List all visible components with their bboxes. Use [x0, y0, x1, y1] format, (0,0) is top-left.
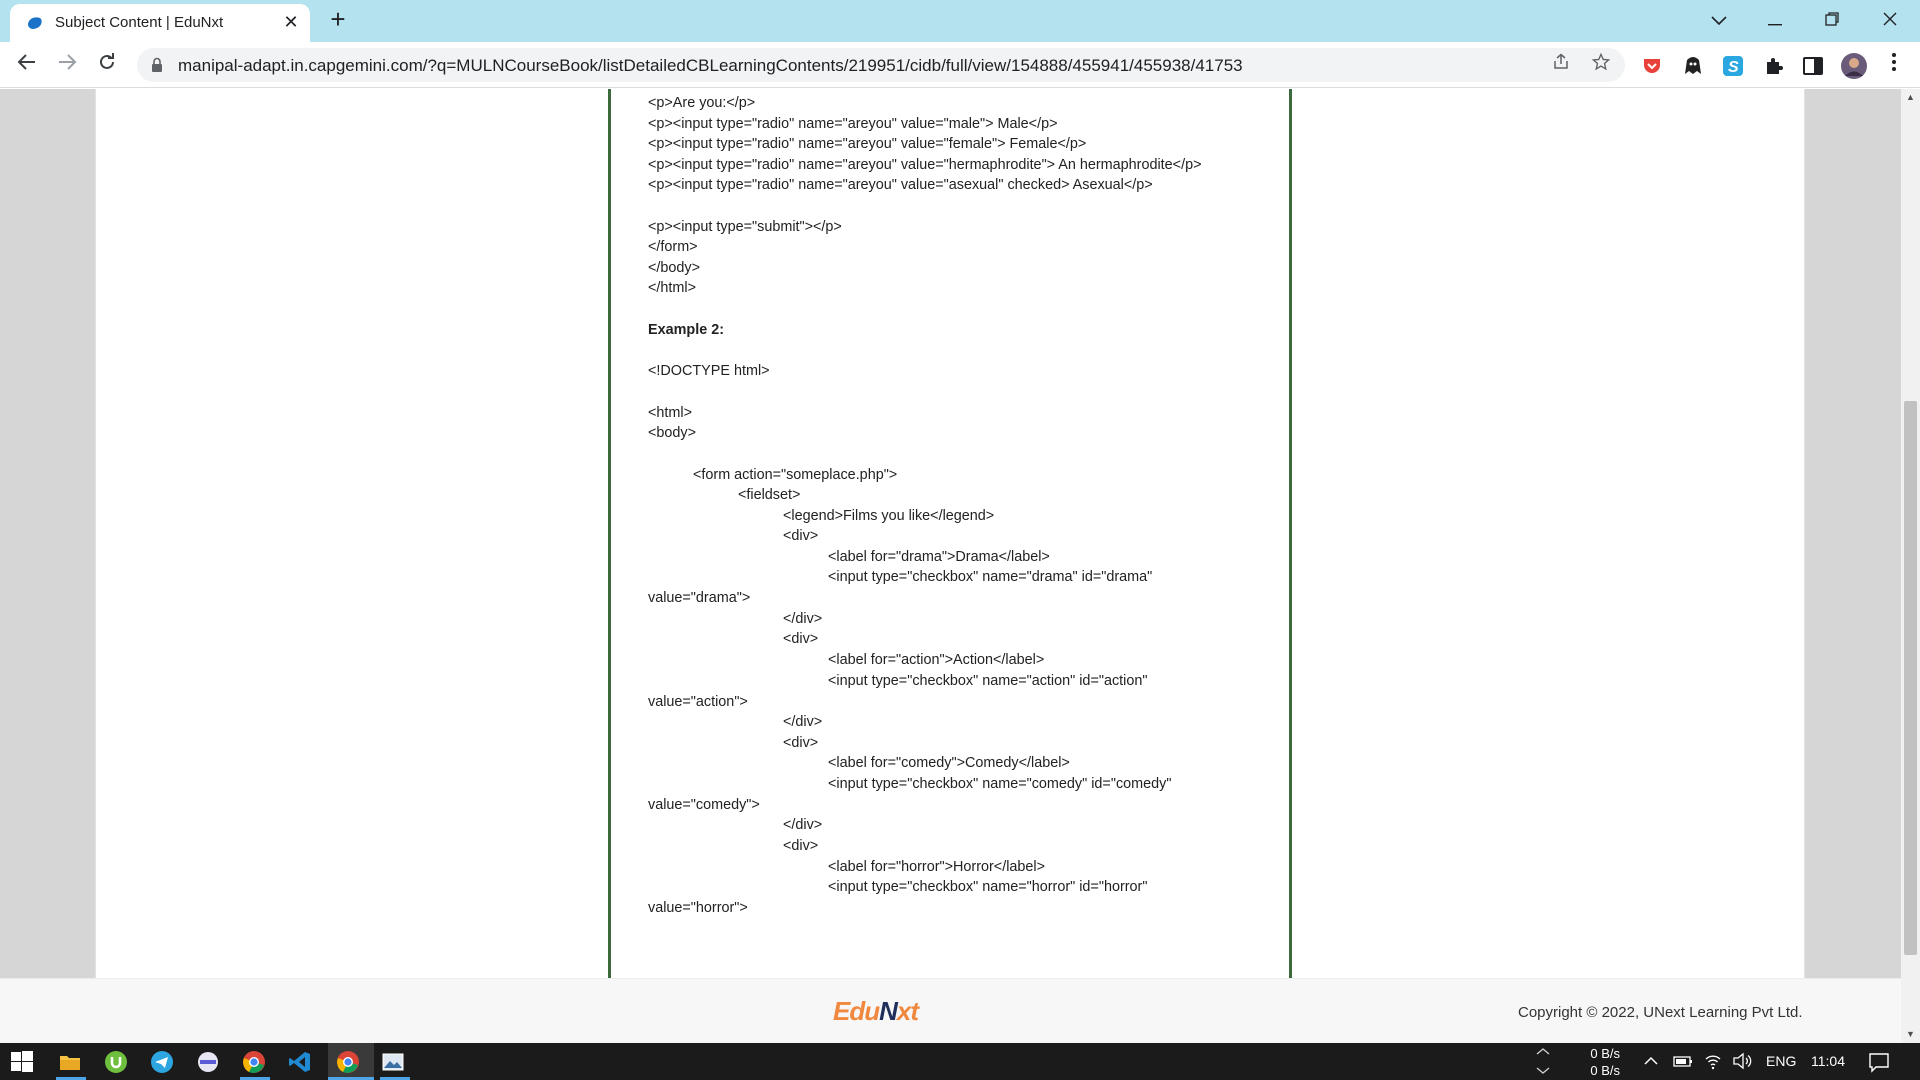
code-line: <label for="action">Action</label>: [828, 652, 1045, 668]
net-download-speed: 0 B/s: [1590, 1063, 1620, 1078]
network-speed: 0 B/s 0 B/s: [1584, 1045, 1620, 1079]
code-line: <input type="checkbox" name="action" id=…: [828, 673, 1148, 689]
browser-toolbar: manipal-adapt.in.capgemini.com/?q=MULNCo…: [0, 42, 1920, 88]
code-line: </div>: [783, 611, 823, 627]
scroll-thumb[interactable]: [1904, 401, 1917, 955]
language-indicator[interactable]: ENG: [1766, 1043, 1796, 1080]
bookmark-star-icon[interactable]: [1589, 52, 1613, 77]
s-extension-icon[interactable]: S: [1721, 54, 1745, 78]
close-tab-icon[interactable]: ✕: [280, 11, 302, 33]
code-line: </body>: [648, 260, 701, 276]
forward-button[interactable]: [52, 50, 82, 80]
edunxt-favicon-icon: [28, 17, 42, 29]
windows-start-icon[interactable]: [9, 1049, 35, 1075]
edunxt-logo[interactable]: EduNxt: [833, 996, 919, 1027]
browser-titlebar: Subject Content | EduNxt ✕ +: [0, 0, 1920, 42]
back-button[interactable]: [12, 50, 42, 80]
profile-avatar-icon[interactable]: [1840, 52, 1868, 80]
page-footer: EduNxt Copyright © 2022, UNext Learning …: [0, 978, 1901, 1043]
code-line: value="horror">: [648, 900, 748, 916]
tab-search-icon[interactable]: [1699, 4, 1739, 36]
right-gutter: [1805, 89, 1901, 978]
telegram-icon[interactable]: [149, 1049, 175, 1075]
code-line: <legend>Films you like</legend>: [783, 508, 995, 524]
address-bar[interactable]: manipal-adapt.in.capgemini.com/?q=MULNCo…: [137, 48, 1625, 82]
app-icon[interactable]: [195, 1049, 221, 1075]
volume-icon[interactable]: [1732, 1052, 1752, 1070]
ghostery-extension-icon[interactable]: [1681, 54, 1705, 78]
code-line: <div>: [783, 838, 819, 854]
left-gutter: [0, 89, 95, 978]
code-line: <div>: [783, 735, 819, 751]
page-viewport: <p>Are you:</p> <p><input type="radio" n…: [0, 89, 1901, 1043]
extensions-puzzle-icon[interactable]: [1762, 54, 1786, 78]
lock-icon[interactable]: [151, 57, 163, 73]
svg-text:S: S: [1728, 59, 1739, 76]
code-line: <div>: [783, 528, 819, 544]
code-line: <label for="horror">Horror</label>: [828, 859, 1045, 875]
scroll-up-arrow-icon[interactable]: ▲: [1901, 89, 1920, 106]
wifi-icon[interactable]: [1704, 1052, 1722, 1070]
code-line: <form action="someplace.php">: [693, 467, 898, 483]
file-explorer-icon[interactable]: [57, 1049, 83, 1075]
close-window-button[interactable]: [1870, 4, 1910, 36]
url-text[interactable]: manipal-adapt.in.capgemini.com/?q=MULNCo…: [178, 56, 1243, 76]
code-line: value="action">: [648, 694, 748, 710]
code-line: <p><input type="radio" name="areyou" val…: [648, 177, 1153, 193]
windows-taskbar: 0 B/s 0 B/s ENG 11:04: [0, 1043, 1920, 1080]
new-tab-button[interactable]: +: [325, 6, 351, 33]
code-line: <html>: [648, 405, 692, 421]
page-scrollbar[interactable]: ▲ ▼: [1901, 89, 1920, 1043]
clock[interactable]: 11:04: [1811, 1043, 1845, 1080]
example-heading: Example 2:: [648, 322, 724, 338]
tray-arrows-icon[interactable]: [1533, 1046, 1553, 1076]
photos-icon[interactable]: [380, 1049, 406, 1075]
code-line: value="drama">: [648, 590, 751, 606]
tab-subject-content[interactable]: Subject Content | EduNxt ✕: [10, 4, 310, 42]
scroll-down-arrow-icon[interactable]: ▼: [1901, 1026, 1920, 1043]
chrome-icon[interactable]: [241, 1049, 267, 1075]
vscode-icon[interactable]: [287, 1049, 313, 1075]
code-line: <input type="checkbox" name="horror" id=…: [828, 879, 1148, 895]
code-line: <input type="checkbox" name="comedy" id=…: [828, 776, 1172, 792]
share-icon[interactable]: [1549, 53, 1573, 77]
side-panel-icon[interactable]: [1801, 54, 1825, 78]
reload-button[interactable]: [92, 50, 122, 80]
code-line: </div>: [783, 714, 823, 730]
code-line: </html>: [648, 280, 696, 296]
code-line: <p><input type="radio" name="areyou" val…: [648, 116, 1058, 132]
browser-menu-icon[interactable]: [1879, 50, 1909, 80]
code-line: <body>: [648, 425, 697, 441]
code-line: <p><input type="submit"></p>: [648, 219, 842, 235]
code-line: <label for="comedy">Comedy</label>: [828, 755, 1070, 771]
minimize-button[interactable]: [1755, 4, 1795, 36]
code-line: <div>: [783, 631, 819, 647]
restore-button[interactable]: [1812, 4, 1852, 36]
battery-icon[interactable]: [1673, 1053, 1693, 1069]
pocket-extension-icon[interactable]: [1640, 54, 1664, 78]
code-line: </div>: [783, 817, 823, 833]
copyright-text: Copyright © 2022, UNext Learning Pvt Ltd…: [1518, 1004, 1803, 1021]
code-line: <label for="drama">Drama</label>: [828, 549, 1050, 565]
code-line: value="comedy">: [648, 797, 760, 813]
subject-content-panel: <p>Are you:</p> <p><input type="radio" n…: [608, 89, 1292, 978]
code-line: </form>: [648, 239, 698, 255]
notifications-icon[interactable]: [1868, 1051, 1890, 1073]
utorrent-icon[interactable]: [103, 1049, 129, 1075]
code-line: <input type="checkbox" name="drama" id="…: [828, 569, 1153, 585]
net-upload-speed: 0 B/s: [1590, 1046, 1620, 1061]
code-line: <p><input type="radio" name="areyou" val…: [648, 136, 1087, 152]
tab-title: Subject Content | EduNxt: [55, 14, 224, 31]
code-line: <!DOCTYPE html>: [648, 363, 770, 379]
code-line: <p>Are you:</p>: [648, 95, 756, 111]
show-hidden-icons-icon[interactable]: [1643, 1053, 1659, 1069]
code-line: <fieldset>: [738, 487, 801, 503]
code-line: <p><input type="radio" name="areyou" val…: [648, 157, 1202, 173]
chrome-active-icon[interactable]: [335, 1049, 361, 1075]
